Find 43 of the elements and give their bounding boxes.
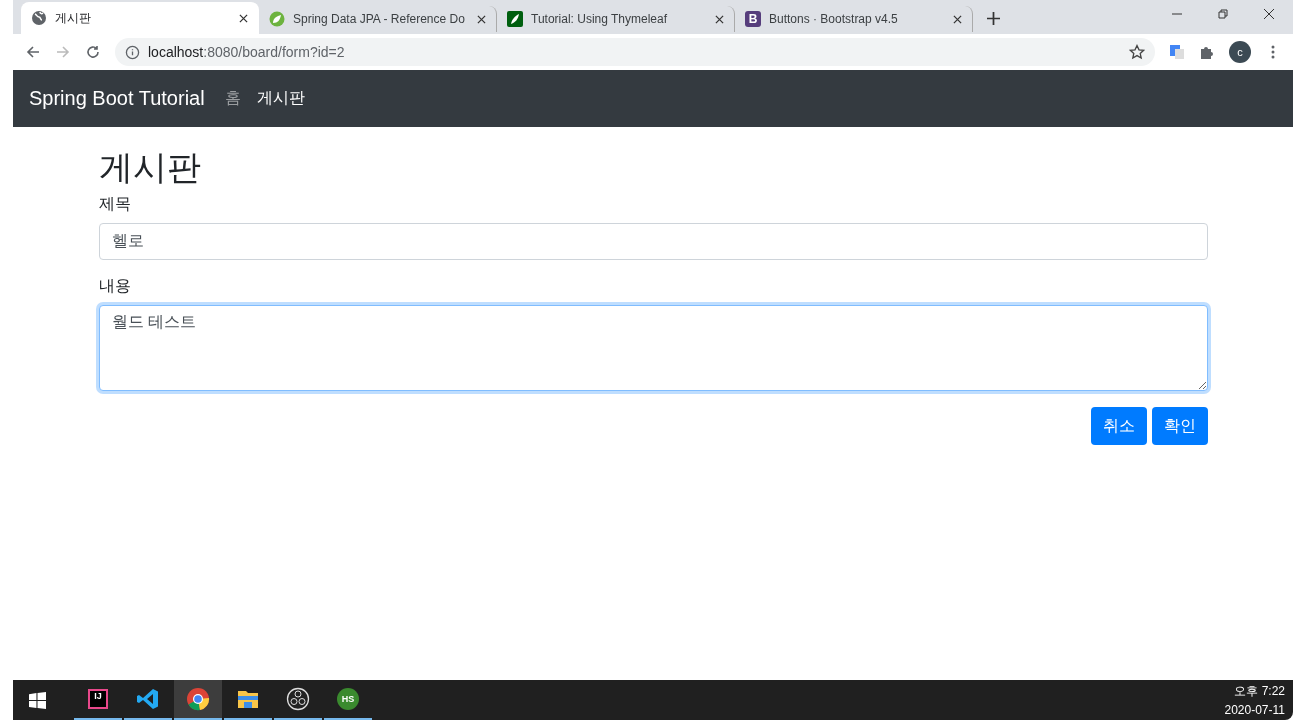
clock-time: 오후 7:22 xyxy=(1234,683,1285,700)
star-icon[interactable] xyxy=(1129,44,1145,60)
taskbar-app[interactable]: IJ xyxy=(74,680,122,720)
back-icon[interactable] xyxy=(25,44,41,60)
close-icon[interactable] xyxy=(953,14,962,24)
leaf-icon xyxy=(507,11,523,27)
code-editor-icon xyxy=(136,687,160,711)
app-logo-icon: HS xyxy=(337,688,359,710)
bootstrap-logo-icon: B xyxy=(745,11,761,27)
chrome-icon xyxy=(186,687,210,711)
field-label: 제목 xyxy=(99,194,132,215)
nav-link[interactable]: 홈 xyxy=(224,88,241,109)
field-label: 내용 xyxy=(99,276,132,297)
profile-avatar[interactable]: c xyxy=(1229,41,1251,63)
title-input-field[interactable]: 헬로 xyxy=(99,223,1208,261)
browser-tab[interactable]: B Buttons · Bootstrap v4.5 xyxy=(735,6,973,32)
browser-tab[interactable]: Spring Data JPA - Reference Do xyxy=(259,6,497,32)
globe-icon xyxy=(31,10,47,26)
page-heading: 게시판 xyxy=(99,149,202,187)
info-icon xyxy=(125,44,140,60)
browser-tab[interactable]: 게시판 xyxy=(21,2,259,34)
nav-link[interactable]: 게시판 xyxy=(256,88,305,109)
close-icon[interactable] xyxy=(477,14,486,24)
url-text: localhost:8080/board/form?id=2 xyxy=(148,44,346,60)
close-icon[interactable] xyxy=(715,14,724,24)
taskbar-app[interactable]: HS xyxy=(324,680,372,720)
taskbar-app[interactable] xyxy=(174,680,222,720)
reload-icon[interactable] xyxy=(85,44,101,60)
clock-date: 2020-07-11 xyxy=(1224,703,1285,717)
close-icon[interactable] xyxy=(1263,8,1275,20)
browser-tab[interactable]: Tutorial: Using Thymeleaf xyxy=(497,6,735,32)
content-text-area[interactable]: 월드 테스트 xyxy=(99,305,1208,392)
close-icon[interactable] xyxy=(239,13,248,23)
restore-icon[interactable] xyxy=(1217,8,1229,20)
brand-link[interactable]: Spring Boot Tutorial xyxy=(29,87,205,110)
form-button[interactable]: 취소 xyxy=(1091,407,1147,446)
puzzle-icon[interactable] xyxy=(1199,44,1215,60)
new-tab-icon[interactable] xyxy=(987,12,1000,25)
address-bar[interactable]: localhost:8080/board/form?id=2 xyxy=(115,38,1155,66)
form-button[interactable]: 확인 xyxy=(1152,407,1208,446)
windows-start-icon[interactable] xyxy=(29,691,46,709)
leaf-icon xyxy=(269,11,285,27)
ide-logo-icon: IJ xyxy=(88,689,108,709)
